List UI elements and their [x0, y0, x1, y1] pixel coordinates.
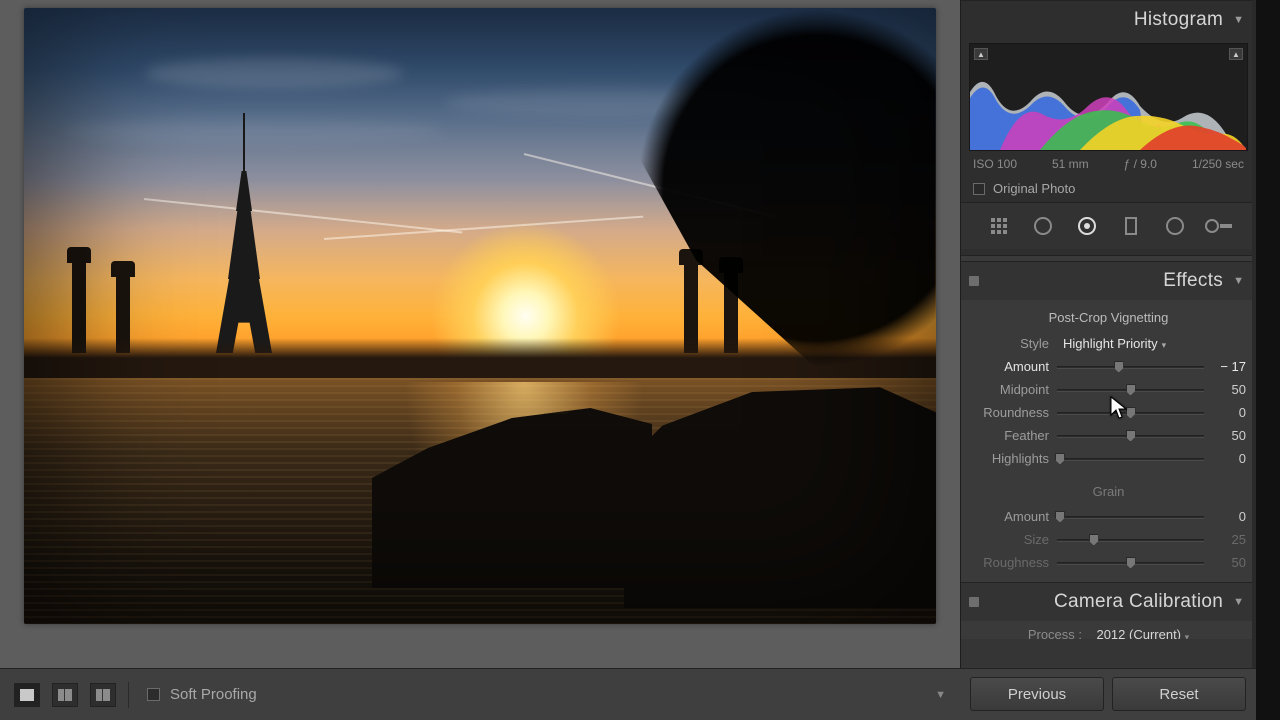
- dropdown-icon[interactable]: ▾: [1185, 632, 1190, 639]
- view-toolbar: Soft Proofing ▼: [0, 668, 960, 720]
- spot-tool-icon[interactable]: [1025, 211, 1061, 241]
- style-label: Style: [971, 336, 1057, 351]
- feather-slider-row: Feather 50: [971, 424, 1246, 447]
- checkbox-icon[interactable]: [147, 688, 160, 701]
- slider-value[interactable]: − 17: [1204, 359, 1246, 374]
- slider-label: Roughness: [971, 555, 1057, 570]
- slider-value[interactable]: 0: [1204, 451, 1246, 466]
- roundness-slider[interactable]: [1057, 406, 1204, 420]
- checkbox-icon[interactable]: [973, 183, 985, 195]
- camera-calibration-header[interactable]: Camera Calibration ▼: [961, 583, 1256, 621]
- loupe-view-button[interactable]: [14, 683, 40, 707]
- soft-proofing-label: Soft Proofing: [170, 686, 257, 703]
- focal-value: 51 mm: [1052, 157, 1089, 171]
- process-label: Process :: [1028, 627, 1082, 639]
- iso-value: ISO 100: [973, 157, 1017, 171]
- grain-roughness-slider-row: Roughness 50: [971, 551, 1246, 574]
- highlights-slider-row: Highlights 0: [971, 447, 1246, 470]
- camera-calibration-panel: Camera Calibration ▼ Process : 2012 (Cur…: [961, 582, 1256, 639]
- crop-tool-icon[interactable]: [981, 211, 1017, 241]
- histogram-metadata: ISO 100 51 mm ƒ / 9.0 1/250 sec: [961, 151, 1256, 175]
- develop-panel-column: Histogram ▼ ▲ ▲ ISO 100: [960, 0, 1256, 668]
- slider-label: Midpoint: [971, 382, 1057, 397]
- histogram-panel: Histogram ▼ ▲ ▲ ISO 100: [961, 0, 1256, 255]
- image-preview-area[interactable]: [0, 0, 960, 668]
- roundness-slider-row: Roundness 0: [971, 401, 1246, 424]
- edited-photo: [24, 8, 936, 624]
- slider-label: Amount: [971, 359, 1057, 374]
- chevron-down-icon[interactable]: ▼: [1233, 275, 1244, 287]
- highlights-slider[interactable]: [1057, 452, 1204, 466]
- slider-label: Amount: [971, 509, 1057, 524]
- vignette-style-row[interactable]: Style Highlight Priority ▾: [971, 331, 1246, 355]
- footer-buttons: Previous Reset: [960, 668, 1256, 720]
- slider-label: Highlights: [971, 451, 1057, 466]
- grain-section-title: Grain: [971, 480, 1246, 505]
- midpoint-slider-row: Midpoint 50: [971, 378, 1246, 401]
- radial-filter-tool-icon[interactable]: [1157, 211, 1193, 241]
- effects-panel: Effects ▼ Post-Crop Vignetting Style Hig…: [961, 261, 1256, 582]
- midpoint-slider[interactable]: [1057, 383, 1204, 397]
- brush-tool-icon[interactable]: [1201, 211, 1237, 241]
- slider-value[interactable]: 0: [1204, 509, 1246, 524]
- feather-slider[interactable]: [1057, 429, 1204, 443]
- grain-size-slider-row: Size 25: [971, 528, 1246, 551]
- chevron-down-icon[interactable]: ▼: [935, 689, 946, 701]
- slider-value[interactable]: 25: [1204, 532, 1246, 547]
- effects-title: Effects: [1163, 270, 1223, 292]
- original-photo-label: Original Photo: [993, 181, 1075, 196]
- shutter-value: 1/250 sec: [1192, 157, 1244, 171]
- vignette-section-title: Post-Crop Vignetting: [971, 306, 1246, 331]
- panel-switch-icon[interactable]: [969, 597, 979, 607]
- grad-filter-tool-icon[interactable]: [1113, 211, 1149, 241]
- soft-proofing-toggle[interactable]: Soft Proofing: [141, 686, 263, 703]
- grain-amount-slider-row: Amount 0: [971, 505, 1246, 528]
- slider-value[interactable]: 0: [1204, 405, 1246, 420]
- amount-slider-row: Amount − 17: [971, 355, 1246, 378]
- before-after-view-button[interactable]: [90, 683, 116, 707]
- slider-value[interactable]: 50: [1204, 555, 1246, 570]
- camera-calibration-title: Camera Calibration: [1054, 591, 1223, 613]
- grain-amount-slider[interactable]: [1057, 510, 1204, 524]
- aperture-value: ƒ / 9.0: [1124, 157, 1157, 171]
- slider-label: Feather: [971, 428, 1057, 443]
- effects-header[interactable]: Effects ▼: [961, 262, 1256, 300]
- original-photo-toggle[interactable]: Original Photo: [961, 175, 1256, 202]
- dropdown-icon[interactable]: ▾: [1162, 340, 1167, 351]
- amount-slider[interactable]: [1057, 360, 1204, 374]
- shadow-clipping-icon[interactable]: ▲: [974, 48, 988, 60]
- slider-label: Size: [971, 532, 1057, 547]
- reset-button[interactable]: Reset: [1112, 677, 1246, 711]
- local-tools-row: [961, 202, 1256, 249]
- histogram-graph[interactable]: ▲ ▲: [969, 43, 1248, 151]
- slider-value[interactable]: 50: [1204, 382, 1246, 397]
- panel-scrollbar[interactable]: [1252, 0, 1256, 668]
- histogram-title: Histogram: [1134, 9, 1223, 31]
- slider-label: Roundness: [971, 405, 1057, 420]
- chevron-down-icon[interactable]: ▼: [1233, 596, 1244, 608]
- grain-roughness-slider[interactable]: [1057, 556, 1204, 570]
- histogram-curve: [970, 62, 1246, 150]
- panel-switch-icon[interactable]: [969, 276, 979, 286]
- grain-size-slider[interactable]: [1057, 533, 1204, 547]
- highlight-clipping-icon[interactable]: ▲: [1229, 48, 1243, 60]
- redeye-tool-icon[interactable]: [1069, 211, 1105, 241]
- process-value[interactable]: 2012 (Current): [1096, 627, 1181, 639]
- previous-button[interactable]: Previous: [970, 677, 1104, 711]
- slider-value[interactable]: 50: [1204, 428, 1246, 443]
- chevron-down-icon[interactable]: ▼: [1233, 14, 1244, 26]
- histogram-header[interactable]: Histogram ▼: [961, 1, 1256, 39]
- style-value[interactable]: Highlight Priority: [1057, 336, 1158, 351]
- compare-view-button[interactable]: [52, 683, 78, 707]
